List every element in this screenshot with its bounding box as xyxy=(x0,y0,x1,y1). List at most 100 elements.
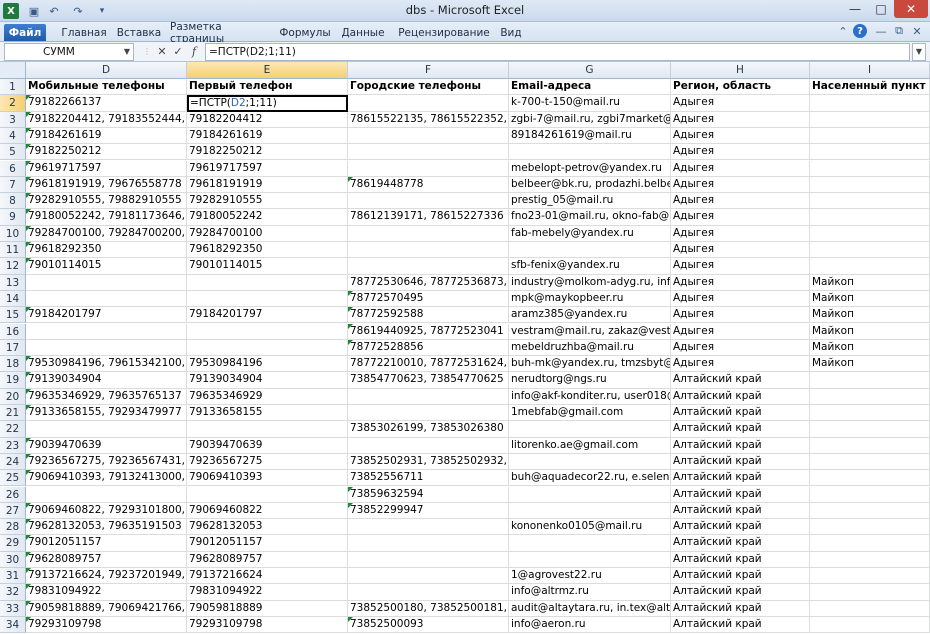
grid-cell[interactable] xyxy=(810,372,930,389)
grid-cell[interactable]: 79282910555 xyxy=(187,193,348,210)
column-title-cell[interactable]: Городские телефоны xyxy=(348,79,509,96)
grid-cell[interactable] xyxy=(810,437,930,454)
number-as-text-indicator-icon[interactable] xyxy=(348,486,353,492)
grid-cell[interactable]: kononenko0105@mail.ru xyxy=(509,519,671,536)
grid-cell[interactable] xyxy=(348,144,509,161)
grid-cell[interactable]: 79184261619 xyxy=(187,127,348,145)
grid-cell[interactable]: 79618292350 xyxy=(26,242,187,259)
ribbon-collapse-icon[interactable]: ⌃ xyxy=(836,24,850,38)
number-as-text-indicator-icon[interactable] xyxy=(26,502,31,508)
grid-cell[interactable] xyxy=(348,225,509,242)
grid-cell[interactable] xyxy=(810,568,930,585)
row-header[interactable]: 4 xyxy=(0,127,26,145)
select-all-corner[interactable] xyxy=(0,62,26,79)
grid-cell[interactable]: Майкоп xyxy=(810,323,930,340)
grid-cell[interactable]: 79182250212 xyxy=(26,144,187,161)
grid-cell[interactable] xyxy=(348,405,509,422)
grid-cell[interactable] xyxy=(810,502,930,520)
grid-cell[interactable]: Алтайский край xyxy=(671,405,810,422)
grid-cell[interactable] xyxy=(348,535,509,552)
number-as-text-indicator-icon[interactable] xyxy=(348,176,353,182)
grid-cell[interactable]: Адыгея xyxy=(671,95,810,112)
grid-cell[interactable]: Алтайский край xyxy=(671,388,810,405)
grid-cell[interactable]: k-700-t-150@mail.ru xyxy=(509,95,671,112)
grid-cell[interactable]: 79069410393 xyxy=(187,470,348,487)
grid-cell[interactable]: 73852500180, 73852500181, 7385 xyxy=(348,600,509,617)
grid-cell[interactable]: 78619448778 xyxy=(348,176,509,194)
number-as-text-indicator-icon[interactable] xyxy=(348,339,353,345)
grid-cell[interactable]: litorenko.ae@gmail.com xyxy=(509,437,671,454)
grid-cell[interactable]: 79139034904 xyxy=(187,372,348,389)
grid-cell[interactable]: 79137216624, 79237201949, 7923 xyxy=(26,568,187,585)
grid-cell[interactable]: audit@altaytara.ru, in.tex@alta xyxy=(509,600,671,617)
row-header[interactable]: 21 xyxy=(0,405,26,422)
grid-cell[interactable] xyxy=(509,486,671,503)
grid-cell[interactable]: 78772592588 xyxy=(348,307,509,324)
grid-cell[interactable]: Алтайский край xyxy=(671,486,810,503)
grid-cell[interactable]: 79180052242, 79181173646, 7918 xyxy=(26,209,187,226)
grid-cell[interactable]: Майкоп xyxy=(810,307,930,324)
row-header[interactable]: 24 xyxy=(0,453,26,471)
number-as-text-indicator-icon[interactable] xyxy=(26,127,31,133)
grid-cell[interactable]: belbeer@bk.ru, prodazhi.belbe xyxy=(509,176,671,194)
close-icon[interactable]: ✕ xyxy=(894,0,928,18)
grid-cell[interactable] xyxy=(509,421,671,438)
grid-cell[interactable]: 79831094922 xyxy=(187,584,348,601)
row-header[interactable]: 25 xyxy=(0,470,26,487)
grid-cell[interactable] xyxy=(810,519,930,536)
grid-cell[interactable]: 79069460822 xyxy=(187,502,348,520)
grid-cell[interactable]: 79182204412, 79183552444, 7918 xyxy=(26,111,187,128)
column-title-cell[interactable]: Email-адреса xyxy=(509,79,671,96)
grid-cell[interactable]: 79236567275, 79236567431, 7923 xyxy=(26,453,187,471)
grid-cell[interactable]: 78772528856 xyxy=(348,339,509,357)
grid-cell[interactable] xyxy=(810,551,930,568)
grid-cell[interactable]: info@altrmz.ru xyxy=(509,584,671,601)
grid-cell[interactable]: 73852502931, 73852502932, 73852503581, 7… xyxy=(348,453,509,471)
grid-cell[interactable] xyxy=(509,242,671,259)
grid-cell[interactable]: Адыгея xyxy=(671,290,810,308)
grid-cell[interactable]: 1mebfab@gmail.com xyxy=(509,405,671,422)
grid-cell[interactable] xyxy=(187,290,348,308)
number-as-text-indicator-icon[interactable] xyxy=(348,502,353,508)
number-as-text-indicator-icon[interactable] xyxy=(26,193,31,199)
grid-cell[interactable]: 73854770623, 73854770625 xyxy=(348,372,509,389)
number-as-text-indicator-icon[interactable] xyxy=(26,584,31,590)
column-header[interactable]: E xyxy=(187,62,348,79)
maximize-icon[interactable]: □ xyxy=(868,0,894,18)
row-header[interactable]: 5 xyxy=(0,144,26,161)
grid-cell[interactable] xyxy=(810,209,930,226)
tab-view[interactable]: Вид xyxy=(497,24,525,41)
grid-cell[interactable] xyxy=(810,242,930,259)
grid-cell[interactable] xyxy=(810,486,930,503)
grid-cell[interactable]: Адыгея xyxy=(671,356,810,373)
grid-cell[interactable]: 78772570495 xyxy=(348,290,509,308)
number-as-text-indicator-icon[interactable] xyxy=(26,372,31,378)
grid-cell[interactable]: Адыгея xyxy=(671,274,810,291)
row-header[interactable]: 29 xyxy=(0,535,26,552)
grid-cell[interactable]: 79184201797 xyxy=(26,307,187,324)
grid-cell[interactable]: Адыгея xyxy=(671,127,810,145)
grid-cell[interactable]: 79137216624 xyxy=(187,568,348,585)
grid-cell[interactable]: 79618191919 xyxy=(187,176,348,194)
grid-cell[interactable] xyxy=(348,160,509,177)
tab-formulas[interactable]: Формулы xyxy=(279,24,330,41)
grid-cell[interactable]: Майкоп xyxy=(810,356,930,373)
grid-cell[interactable]: Адыгея xyxy=(671,225,810,242)
grid-cell[interactable]: Адыгея xyxy=(671,176,810,194)
grid-cell[interactable] xyxy=(810,193,930,210)
grid-cell[interactable] xyxy=(348,127,509,145)
grid-cell[interactable]: Майкоп xyxy=(810,339,930,357)
row-header[interactable]: 6 xyxy=(0,160,26,177)
grid-cell[interactable]: 79139034904 xyxy=(26,372,187,389)
row-header[interactable]: 13 xyxy=(0,274,26,291)
grid-cell[interactable]: 79618292350 xyxy=(187,242,348,259)
grid-cell[interactable]: 79133658155 xyxy=(187,405,348,422)
column-title-cell[interactable]: Первый телефон xyxy=(187,79,348,96)
grid-cell[interactable] xyxy=(810,616,930,634)
number-as-text-indicator-icon[interactable] xyxy=(26,95,31,101)
grid-cell[interactable]: 79628132053 xyxy=(187,519,348,536)
grid-cell[interactable]: 79284700100, 79284700200, 7928 xyxy=(26,225,187,242)
row-header[interactable]: 18 xyxy=(0,356,26,373)
grid-cell[interactable]: Адыгея xyxy=(671,323,810,340)
tab-data[interactable]: Данные xyxy=(338,24,388,41)
